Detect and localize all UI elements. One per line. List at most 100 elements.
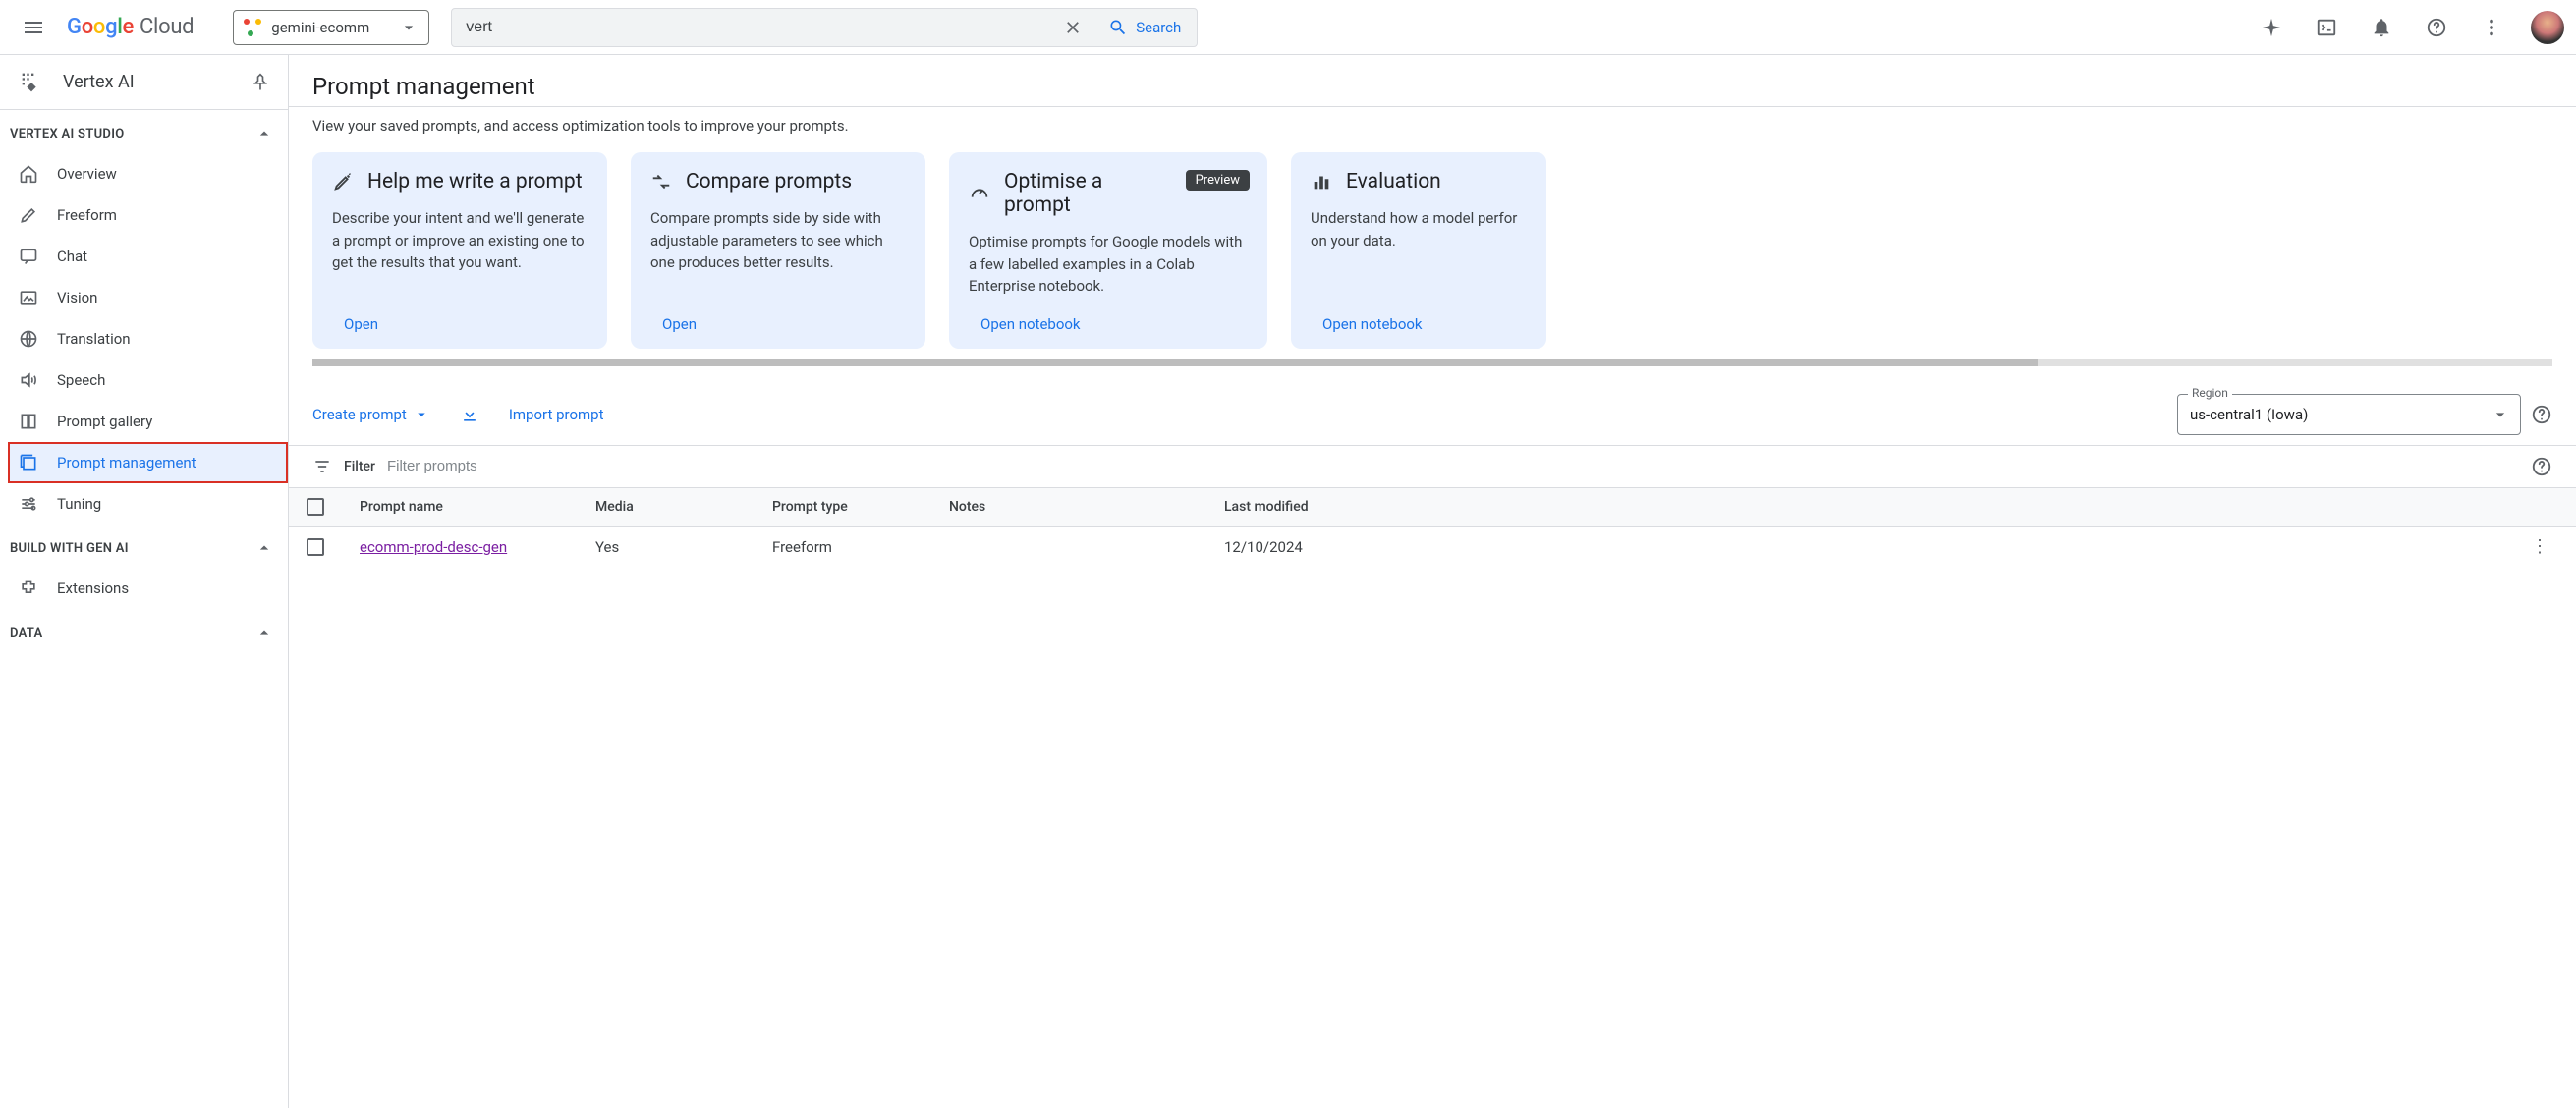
nav-label: Prompt management <box>57 454 196 471</box>
help-icon[interactable] <box>2415 6 2458 49</box>
page-subtitle: View your saved prompts, and access opti… <box>289 107 2576 152</box>
filter-label: Filter <box>344 459 375 474</box>
google-cloud-logo[interactable]: Google Cloud <box>67 15 194 39</box>
table-row: ecomm-prod-desc-gen Yes Freeform 12/10/2… <box>289 527 2576 567</box>
card-body: Compare prompts side by side with adjust… <box>650 207 906 298</box>
col-media[interactable]: Media <box>595 499 772 515</box>
search-button-label: Search <box>1136 19 1181 36</box>
col-last-modified[interactable]: Last modified <box>1224 499 2515 515</box>
sidebar-item-prompt-gallery[interactable]: Prompt gallery <box>0 401 278 442</box>
row-checkbox[interactable] <box>307 538 324 556</box>
filter-input[interactable] <box>387 458 2519 474</box>
chevron-up-icon <box>254 538 274 558</box>
section-data[interactable]: DATA <box>0 609 288 652</box>
region-value: us-central1 (Iowa) <box>2190 406 2308 423</box>
card-action-open-notebook[interactable]: Open notebook <box>969 315 1248 333</box>
card-optimise-prompt[interactable]: Preview Optimise a prompt Optimise promp… <box>949 152 1267 349</box>
select-all-checkbox[interactable] <box>307 498 324 516</box>
sidebar-item-overview[interactable]: Overview <box>0 153 278 194</box>
search-box: Search <box>451 8 1198 47</box>
card-action-open-notebook[interactable]: Open notebook <box>1311 315 1527 333</box>
col-prompt-type[interactable]: Prompt type <box>772 499 949 515</box>
filter-bar: Filter <box>289 445 2576 488</box>
vertex-ai-icon <box>18 69 45 96</box>
search-input[interactable] <box>452 19 1053 36</box>
speaker-icon <box>18 370 39 390</box>
nav-label: Tuning <box>57 495 101 513</box>
create-prompt-label: Create prompt <box>312 406 407 423</box>
gallery-icon <box>18 412 39 431</box>
prompt-name-link[interactable]: ecomm-prod-desc-gen <box>360 538 507 556</box>
bar-chart-icon <box>1311 171 1332 193</box>
product-name: Vertex AI <box>63 72 233 92</box>
gemini-spark-icon[interactable] <box>2250 6 2293 49</box>
row-menu-button[interactable]: ⋮ <box>2515 536 2564 557</box>
speed-icon <box>969 183 990 204</box>
region-help-icon[interactable] <box>2531 404 2552 425</box>
sidebar-item-tuning[interactable]: Tuning <box>0 483 278 525</box>
page-title: Prompt management <box>312 73 2552 100</box>
card-title: Optimise a prompt <box>1004 170 1151 217</box>
main-content: Prompt management View your saved prompt… <box>289 55 2576 1108</box>
cards-scrollbar[interactable] <box>312 359 2552 366</box>
magic-pencil-icon <box>332 171 354 193</box>
nav-label: Extensions <box>57 580 129 597</box>
sidebar-item-chat[interactable]: Chat <box>0 236 278 277</box>
search-button[interactable]: Search <box>1092 8 1197 47</box>
logo-suffix: Cloud <box>140 15 194 39</box>
section-vertex-ai-studio[interactable]: VERTEX AI STUDIO <box>0 110 288 153</box>
region-label: Region <box>2188 386 2232 400</box>
chat-icon <box>18 247 39 266</box>
chevron-up-icon <box>254 623 274 642</box>
account-avatar[interactable] <box>2531 11 2564 44</box>
table-header: Prompt name Media Prompt type Notes Last… <box>289 488 2576 527</box>
import-prompt-label: Import prompt <box>509 406 604 423</box>
nav-label: Overview <box>57 165 117 183</box>
card-body: Understand how a model perfor on your da… <box>1311 207 1527 298</box>
extension-icon <box>18 579 39 598</box>
notifications-icon[interactable] <box>2360 6 2403 49</box>
library-icon <box>18 453 39 472</box>
clear-search-button[interactable] <box>1053 8 1092 47</box>
preview-badge: Preview <box>1186 170 1250 191</box>
card-title: Compare prompts <box>686 170 852 194</box>
tune-icon <box>18 494 39 514</box>
col-prompt-name[interactable]: Prompt name <box>360 499 595 515</box>
section-build-gen-ai[interactable]: BUILD WITH GEN AI <box>0 525 288 568</box>
main-menu-button[interactable] <box>12 6 55 49</box>
project-icon <box>244 19 261 36</box>
import-prompt-button[interactable]: Import prompt <box>509 406 604 423</box>
filter-help-icon[interactable] <box>2531 456 2552 477</box>
prompts-table: Prompt name Media Prompt type Notes Last… <box>289 488 2576 567</box>
card-action-open[interactable]: Open <box>650 315 906 333</box>
card-help-write-prompt[interactable]: Help me write a prompt Describe your int… <box>312 152 607 349</box>
more-menu-icon[interactable] <box>2470 6 2513 49</box>
pin-icon[interactable] <box>251 73 270 92</box>
sidebar-item-extensions[interactable]: Extensions <box>0 568 278 609</box>
card-action-open[interactable]: Open <box>332 315 588 333</box>
col-notes[interactable]: Notes <box>949 499 1224 515</box>
project-picker[interactable]: gemini-ecomm <box>233 10 429 45</box>
cell-type: Freeform <box>772 538 949 556</box>
download-icon[interactable] <box>460 405 479 424</box>
product-header: Vertex AI <box>0 55 288 110</box>
sidebar-item-prompt-management[interactable]: Prompt management <box>8 442 288 483</box>
card-compare-prompts[interactable]: Compare prompts Compare prompts side by … <box>631 152 925 349</box>
section-title: BUILD WITH GEN AI <box>10 541 129 556</box>
chevron-up-icon <box>254 124 274 143</box>
region-select[interactable]: Region us-central1 (Iowa) <box>2177 394 2521 435</box>
cell-modified: 12/10/2024 <box>1224 538 2515 556</box>
action-row: Create prompt Import prompt Region us-ce… <box>289 366 2576 445</box>
sidebar-item-speech[interactable]: Speech <box>0 360 278 401</box>
card-evaluation[interactable]: Evaluation Understand how a model perfor… <box>1291 152 1546 349</box>
sidebar-item-freeform[interactable]: Freeform <box>0 194 278 236</box>
nav-label: Freeform <box>57 206 117 224</box>
card-title: Help me write a prompt <box>367 170 583 194</box>
create-prompt-button[interactable]: Create prompt <box>312 406 430 423</box>
cloud-shell-icon[interactable] <box>2305 6 2348 49</box>
sidebar-item-vision[interactable]: Vision <box>0 277 278 318</box>
sidebar-item-translation[interactable]: Translation <box>0 318 278 360</box>
caret-down-icon <box>413 406 430 423</box>
caret-down-icon <box>399 18 419 37</box>
compare-icon <box>650 171 672 193</box>
